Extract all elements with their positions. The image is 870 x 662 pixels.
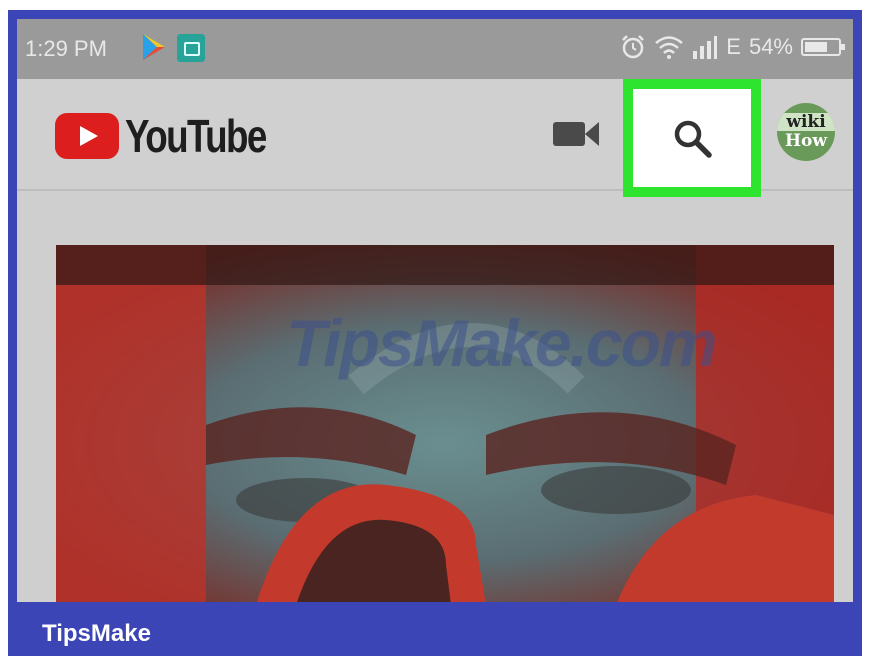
thumbnail-image	[56, 245, 834, 602]
youtube-play-icon	[55, 113, 119, 159]
battery-percent: 54%	[748, 34, 793, 59]
status-bar: 1:29 PM E 54%	[17, 19, 853, 79]
screenshot-icon	[177, 34, 205, 62]
brand-title: YouTube	[125, 110, 267, 162]
search-button[interactable]	[623, 79, 761, 197]
status-time: 1:29 PM	[25, 36, 107, 61]
app-bar: YouTube wiki How	[17, 79, 853, 197]
play-store-icon	[143, 34, 165, 60]
search-icon	[674, 120, 712, 158]
wifi-icon	[655, 36, 684, 59]
avatar-text-top: wiki	[777, 113, 835, 131]
watermark: TipsMake.com	[286, 306, 718, 380]
camera-icon[interactable]	[553, 119, 599, 149]
network-type: E	[726, 34, 741, 59]
avatar[interactable]: wiki How	[777, 103, 835, 161]
alarm-icon	[622, 35, 645, 59]
video-thumbnail[interactable]: TipsMake.com	[56, 245, 834, 602]
status-right: E 54%	[620, 34, 845, 60]
signal-icon	[693, 36, 718, 59]
avatar-text-bottom: How	[784, 131, 828, 151]
battery-icon	[801, 38, 845, 56]
footer-label: TipsMake	[42, 620, 151, 647]
youtube-logo[interactable]: YouTube	[55, 109, 301, 163]
phone-screen: 1:29 PM E 54% YouTube wiki How TipsMake.…	[17, 19, 853, 602]
